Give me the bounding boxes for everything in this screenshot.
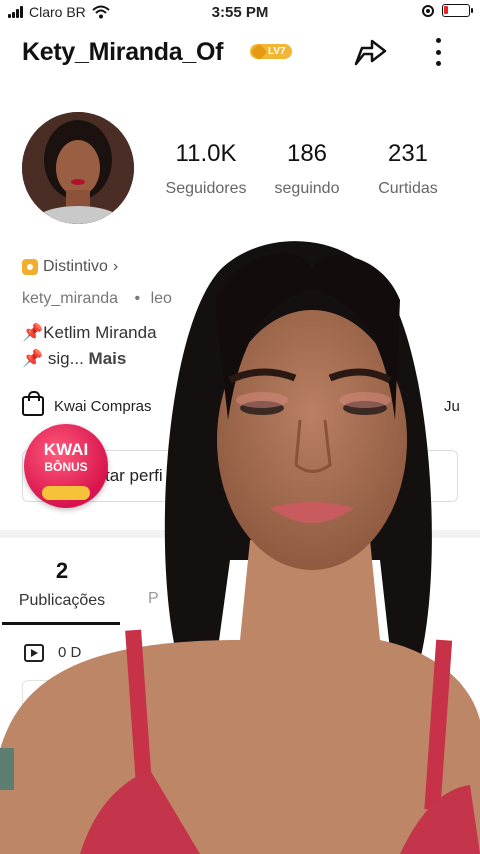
stat-likes[interactable]: 231 Curtidas bbox=[370, 140, 446, 198]
handle-extra: leo bbox=[150, 290, 172, 307]
bonus-line-1: KWAI bbox=[43, 440, 89, 459]
badge-link[interactable]: Distintivo › bbox=[22, 258, 118, 276]
more-options-icon[interactable] bbox=[428, 36, 448, 68]
status-bar: Claro BR 3:55 PM bbox=[0, 0, 480, 26]
status-right bbox=[422, 4, 473, 17]
chevron-right-icon: › bbox=[112, 258, 119, 275]
edit-profile-label: tar perfi bbox=[105, 466, 163, 485]
stat-following[interactable]: 186 seguindo bbox=[266, 140, 348, 198]
tab-publications[interactable]: 2 Publicações bbox=[0, 558, 124, 610]
coins-icon bbox=[42, 486, 90, 500]
avatar[interactable] bbox=[22, 112, 134, 224]
orientation-lock-icon bbox=[422, 4, 434, 17]
badge-label: Distintivo bbox=[43, 258, 108, 275]
content-placeholder-box bbox=[22, 680, 462, 720]
tab-indicator bbox=[2, 622, 120, 625]
bio-line-1-text: Ketlim Miranda bbox=[43, 323, 157, 342]
handle-text: kety_miranda bbox=[22, 290, 119, 307]
bio-line-2-text: sig... bbox=[47, 349, 84, 368]
following-count: 186 bbox=[286, 140, 328, 167]
followers-label: Seguidores bbox=[165, 180, 247, 197]
kwai-bonus-button[interactable]: KWAI BÔNUS bbox=[24, 424, 108, 508]
handle-row: kety_miranda • leo bbox=[22, 290, 172, 308]
separator-dot: • bbox=[134, 290, 141, 307]
level-hex-icon bbox=[250, 43, 268, 61]
section-divider bbox=[0, 530, 480, 538]
share-icon[interactable] bbox=[352, 34, 388, 70]
tab-next-truncated[interactable]: P bbox=[148, 590, 159, 608]
drafts-truncated[interactable]: 0 D bbox=[58, 644, 81, 661]
badge-icon bbox=[22, 259, 38, 275]
status-time: 3:55 PM bbox=[211, 4, 269, 21]
stat-followers[interactable]: 11.0K Seguidores bbox=[158, 140, 254, 198]
bio-more-link[interactable]: Mais bbox=[89, 349, 127, 368]
shopping-bag-icon bbox=[22, 391, 44, 416]
kwai-shop-link[interactable]: Kwai Compras bbox=[22, 391, 152, 416]
bonus-line-2: BÔNUS bbox=[44, 460, 88, 474]
followers-count: 11.0K bbox=[175, 140, 237, 167]
bio-line-1: 📌Ketlim Miranda bbox=[22, 323, 157, 343]
pin-icon: 📌 bbox=[22, 349, 44, 368]
avatar-portrait bbox=[22, 112, 134, 224]
level-badge[interactable]: LV7 bbox=[250, 43, 292, 61]
bio-line-2: 📌 sig... Mais bbox=[22, 349, 126, 369]
battery-icon bbox=[442, 4, 473, 17]
publications-count: 2 bbox=[55, 558, 69, 583]
following-label: seguindo bbox=[274, 180, 340, 197]
likes-count: 231 bbox=[387, 140, 429, 167]
pin-icon: 📌 bbox=[22, 323, 44, 342]
play-icon bbox=[24, 644, 44, 662]
likes-label: Curtidas bbox=[378, 180, 438, 197]
shop-right-truncated[interactable]: Ju bbox=[444, 398, 460, 415]
shop-label: Kwai Compras bbox=[54, 397, 152, 415]
level-badge-label: LV7 bbox=[268, 46, 286, 57]
publications-label: Publicações bbox=[18, 592, 106, 609]
profile-header: Kety_Miranda_Of LV7 bbox=[0, 30, 480, 80]
username-title: Kety_Miranda_Of bbox=[22, 38, 224, 66]
